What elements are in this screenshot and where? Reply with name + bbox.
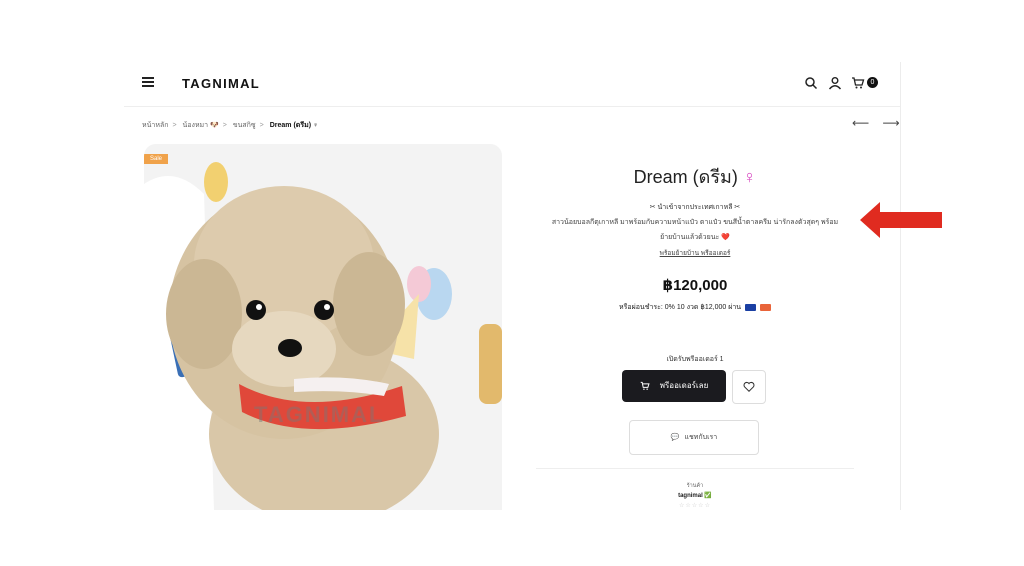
- breadcrumb-home[interactable]: หน้าหลัก: [142, 122, 168, 129]
- product-origin: ✂ นำเข้าจากประเทศเกาหลี ✂: [649, 204, 741, 211]
- product-page: TAGNIMAL 0 หน้าหลัก > น้องหมา 🐶 > ขนสกิซู >…: [124, 62, 901, 510]
- cart-icon[interactable]: [851, 76, 865, 90]
- product-image[interactable]: Sale TAGNIMAL: [144, 144, 502, 510]
- prev-arrow-icon[interactable]: ⟵: [852, 116, 869, 130]
- seller-name[interactable]: tagnimal ✅: [536, 492, 854, 499]
- breadcrumb: หน้าหลัก > น้องหมา 🐶 > ขนสกิซู > Dream (ดรี…: [142, 122, 319, 129]
- search-icon[interactable]: [804, 76, 818, 90]
- installment-info: หรือผ่อนชำระ: 0% 10 งวด ฿12,000 ผ่าน: [536, 302, 854, 313]
- sale-badge: Sale: [144, 154, 169, 164]
- product-description-cont: ย้ายบ้านแล้วด้วยนะ ❤️: [660, 234, 730, 241]
- cart-count-badge: 0: [867, 77, 878, 88]
- chat-button-label: แชทกับเรา: [684, 434, 718, 441]
- breadcrumb-current: Dream (ดรีม) ♀: [269, 122, 319, 129]
- product-name: Dream (ดรีม): [633, 167, 738, 187]
- user-icon[interactable]: [828, 76, 842, 90]
- chat-button[interactable]: 💬 แชทกับเรา: [629, 420, 759, 455]
- preorder-count: เปิดรับพรีออเดอร์ 1: [666, 356, 724, 363]
- preorder-button-label: พรีออเดอร์เลย: [659, 381, 709, 390]
- preorder-button[interactable]: พรีออเดอร์เลย: [622, 370, 726, 402]
- site-logo[interactable]: TAGNIMAL: [182, 76, 260, 91]
- product-title: Dream (ดรีม) ♀: [536, 162, 854, 191]
- divider: [536, 468, 854, 469]
- installment-text: หรือผ่อนชำระ: 0% 10 งวด ฿12,000 ผ่าน: [619, 304, 742, 311]
- seller-label: ร้านค้า: [686, 483, 704, 489]
- next-arrow-icon[interactable]: ⟶: [883, 116, 900, 130]
- heart-icon: [743, 381, 755, 393]
- product-description: สาวน้อยบอลกีตุเกาหลี มาพร้อมกับความหน้าแ…: [551, 219, 839, 226]
- visa-icon: [745, 303, 757, 311]
- rating-stars: ☆☆☆☆☆: [679, 503, 711, 509]
- puppy-illustration: [144, 144, 502, 510]
- menu-icon[interactable]: [142, 77, 154, 87]
- breadcrumb-dogs[interactable]: น้องหมา 🐶: [183, 122, 219, 129]
- female-icon: ♀: [742, 167, 757, 187]
- mastercard-icon: [759, 303, 771, 311]
- product-nav: ⟵ ⟶: [842, 116, 900, 130]
- preorder-link[interactable]: พร้อมย้ายบ้าน พรีออเดอร์: [536, 248, 854, 258]
- top-header: TAGNIMAL 0: [124, 62, 900, 107]
- red-arrow-annotation: [860, 202, 942, 238]
- breadcrumb-breed[interactable]: ขนสกิซู: [233, 122, 256, 129]
- cart-icon: [640, 381, 650, 390]
- product-price: ฿120,000: [662, 277, 728, 294]
- watermark: TAGNIMAL: [254, 402, 385, 427]
- chat-icon: 💬: [670, 434, 680, 441]
- wishlist-button[interactable]: [732, 370, 766, 404]
